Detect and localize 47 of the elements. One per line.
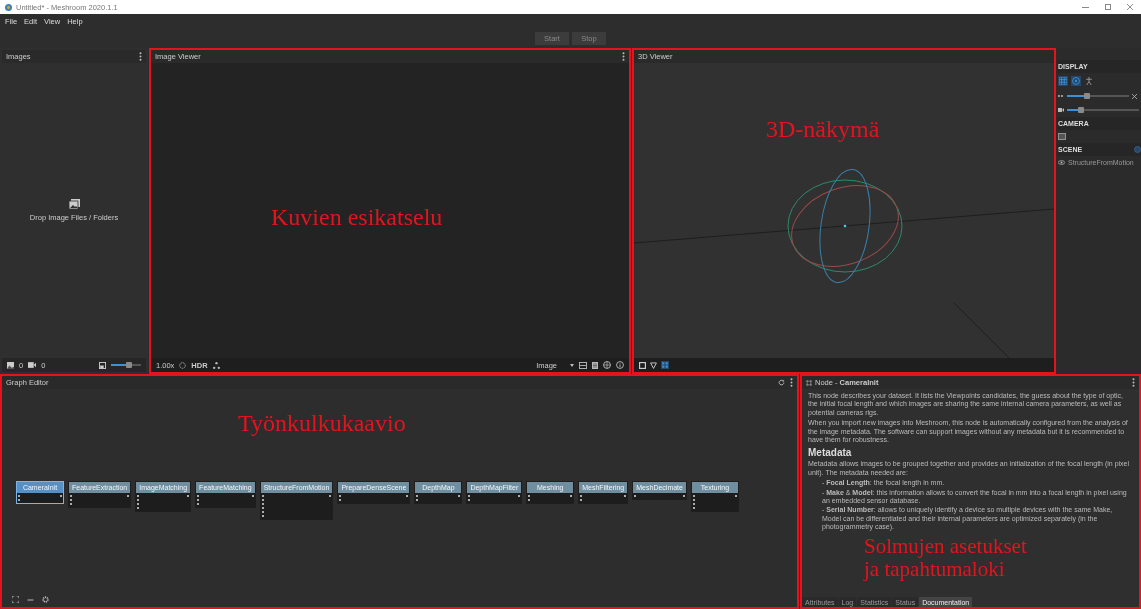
slider-handle[interactable] — [1078, 107, 1085, 113]
minimize-button[interactable] — [1082, 6, 1089, 8]
slider[interactable] — [111, 361, 141, 369]
app-logo-icon — [5, 3, 12, 11]
menu-icon[interactable] — [622, 52, 625, 61]
close-icon[interactable] — [1127, 4, 1133, 10]
eye-icon[interactable] — [1058, 160, 1065, 165]
menu-icon[interactable] — [1132, 378, 1135, 387]
annotation-label: Työnkulkukaavio — [238, 409, 406, 438]
square-icon[interactable] — [639, 361, 646, 369]
triangle-icon[interactable] — [650, 361, 657, 369]
globe-icon[interactable] — [603, 361, 611, 369]
texture-icon[interactable] — [661, 361, 669, 369]
image-icon — [7, 361, 14, 369]
points-icon — [1058, 94, 1064, 98]
annotation-label: 3D-näkymä — [766, 115, 880, 144]
refresh-icon[interactable] — [778, 379, 785, 386]
slider-handle[interactable] — [1083, 93, 1090, 99]
person-icon[interactable] — [1084, 76, 1094, 86]
node-icon — [806, 379, 812, 386]
close-icon[interactable] — [1132, 93, 1137, 99]
slider[interactable] — [1067, 92, 1129, 100]
annotation-label: ja tapahtumaloki — [864, 557, 1006, 580]
fit-view-icon[interactable] — [12, 596, 19, 603]
images-icon — [68, 199, 80, 209]
slider-handle[interactable] — [126, 362, 132, 368]
maximize-button[interactable] — [1105, 4, 1111, 10]
grid-icon[interactable] — [1058, 76, 1068, 86]
section-heading: Metadata — [808, 447, 853, 460]
caret-icon[interactable] — [570, 363, 574, 367]
aperture-icon[interactable] — [179, 361, 187, 369]
settings-icon[interactable] — [42, 596, 49, 603]
slider[interactable] — [1067, 106, 1139, 114]
frame-icon[interactable] — [579, 361, 587, 369]
menu-icon[interactable] — [790, 378, 793, 387]
info-icon[interactable] — [616, 361, 624, 369]
menu-icon[interactable] — [139, 52, 142, 61]
nodes-icon[interactable] — [212, 361, 220, 369]
metadata-icon[interactable] — [592, 361, 598, 369]
camera-frame-icon[interactable] — [1058, 133, 1066, 140]
minus-icon[interactable] — [27, 598, 34, 601]
annotation-label: Kuvien esikatselu — [271, 203, 443, 232]
annotation-label: Solmujen asetukset — [864, 535, 1028, 558]
camera-icon — [1058, 108, 1064, 112]
camera-icon — [28, 362, 37, 368]
gizmo-icon[interactable] — [1071, 76, 1081, 86]
thumbnail-icon — [99, 361, 106, 369]
